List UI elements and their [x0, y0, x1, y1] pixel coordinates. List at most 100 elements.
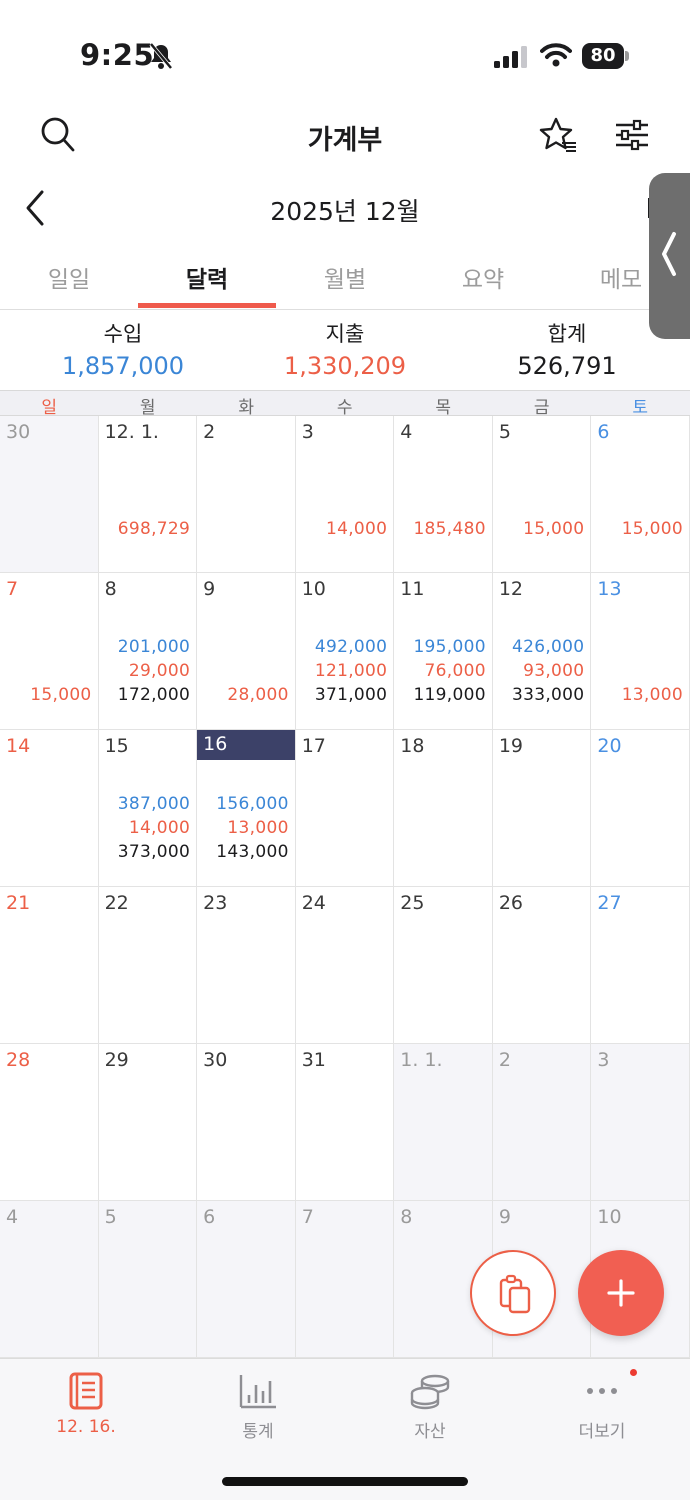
day-income-amount: 156,000 — [216, 794, 289, 814]
notification-dot — [630, 1369, 637, 1376]
tab-calendar[interactable]: 달력 — [138, 260, 276, 294]
copy-transaction-button[interactable] — [470, 1250, 556, 1336]
month-navigation: 2025년 12월 — [0, 178, 690, 238]
calendar-day-cell[interactable]: 6 — [197, 1201, 296, 1358]
calendar-day-cell[interactable]: 3 14,000 — [295, 416, 395, 573]
calendar-day-cell[interactable]: 2 — [197, 416, 296, 573]
weekday-wed: 수 — [336, 398, 353, 418]
calendar-day-cell[interactable]: 27 — [591, 887, 690, 1044]
active-tab-indicator — [138, 303, 276, 308]
expense-summary: 지출 1,330,209 — [230, 318, 460, 380]
expense-label: 지출 — [325, 322, 365, 346]
month-summary: 수입 1,857,000 지출 1,330,209 합계 526,791 — [0, 312, 690, 390]
calendar-day-cell[interactable]: 25 — [394, 887, 493, 1044]
calendar-day-cell[interactable]: 31 — [295, 1044, 395, 1201]
tab-summary[interactable]: 요약 — [414, 260, 552, 294]
day-number: 22 — [104, 892, 129, 914]
calendar-day-cell[interactable]: 23 — [197, 887, 296, 1044]
calendar-day-cell[interactable]: 29 — [98, 1044, 198, 1201]
calendar-day-cell[interactable]: 10 492,000 121,000 371,000 — [295, 573, 395, 730]
plus-icon — [607, 1279, 635, 1307]
calendar-day-cell[interactable]: 24 — [295, 887, 395, 1044]
day-number: 10 — [597, 1206, 622, 1228]
calendar-grid: 30 12. 1. 698,729 2 3 14,000 4 185,480 5 15,000 6 1… — [0, 416, 690, 1358]
calendar-day-cell[interactable]: 4 — [0, 1201, 99, 1358]
calendar-day-cell[interactable]: 7 — [295, 1201, 395, 1358]
day-number: 7 — [301, 1206, 314, 1228]
day-income-amount: 387,000 — [117, 794, 191, 814]
weekday-mon: 월 — [139, 398, 156, 418]
day-number: 2 — [498, 1049, 511, 1071]
total-summary: 합계 526,791 — [452, 318, 682, 380]
calendar-day-cell[interactable]: 16 156,000 13,000 143,000 — [197, 730, 296, 887]
calendar-day-cell[interactable]: 7 15,000 — [0, 573, 99, 730]
calendar-day-cell[interactable]: 6 15,000 — [591, 416, 690, 573]
calendar-day-cell[interactable]: 1. 1. — [394, 1044, 493, 1201]
calendar-day-cell[interactable]: 4 185,480 — [394, 416, 493, 573]
day-number: 25 — [400, 892, 425, 914]
calendar-day-cell[interactable]: 17 — [295, 730, 395, 887]
calendar-day-cell[interactable]: 22 — [98, 887, 198, 1044]
day-number: 4 — [400, 421, 413, 443]
battery-indicator: 80 — [582, 43, 630, 69]
calendar-day-cell[interactable]: 15 387,000 14,000 373,000 — [98, 730, 198, 887]
calendar-day-cell[interactable]: 8 201,000 29,000 172,000 — [98, 573, 198, 730]
status-bar: 9:25 80 — [0, 0, 690, 100]
income-value: 1,857,000 — [61, 352, 185, 380]
nav-statistics[interactable]: 통계 — [172, 1371, 344, 1442]
add-transaction-button[interactable] — [578, 1250, 664, 1336]
view-tabs: 일일 달력 월별 요약 메모 — [0, 248, 690, 310]
calendar-day-cell[interactable]: 2 — [492, 1044, 592, 1201]
calendar-day-cell[interactable]: 11 195,000 76,000 119,000 — [394, 573, 493, 730]
day-total-amount: 172,000 — [117, 685, 191, 705]
calendar-day-cell[interactable]: 3 — [591, 1044, 690, 1201]
calendar-day-cell[interactable]: 28 — [0, 1044, 99, 1201]
clipboard-copy-icon — [499, 1274, 531, 1314]
day-number: 3 — [597, 1049, 610, 1071]
ledger-book-icon — [69, 1372, 103, 1410]
calendar-day-cell[interactable]: 19 — [492, 730, 592, 887]
day-expense-amount: 185,480 — [413, 519, 486, 539]
income-label: 수입 — [103, 322, 143, 346]
calendar-day-cell[interactable]: 30 — [197, 1044, 296, 1201]
expense-value: 1,330,209 — [283, 352, 407, 380]
calendar-day-cell[interactable]: 20 — [591, 730, 690, 887]
calendar-day-cell[interactable]: 26 — [492, 887, 592, 1044]
day-number: 17 — [301, 735, 326, 757]
favorites-list-icon[interactable] — [538, 116, 578, 154]
calendar-day-cell[interactable]: 12. 1. 698,729 — [98, 416, 198, 573]
calendar-day-cell[interactable]: 14 — [0, 730, 99, 887]
nav-more[interactable]: 더보기 — [516, 1371, 688, 1442]
bar-chart-icon — [239, 1375, 276, 1409]
calendar-day-cell[interactable]: 18 — [394, 730, 493, 887]
wifi-icon — [540, 43, 572, 67]
tab-daily[interactable]: 일일 — [0, 260, 138, 294]
day-number: 8 — [400, 1206, 413, 1228]
calendar-day-cell[interactable]: 5 — [98, 1201, 198, 1358]
tab-monthly[interactable]: 월별 — [276, 260, 414, 294]
calendar-day-cell[interactable]: 21 — [0, 887, 99, 1044]
calendar-day-cell[interactable]: 13 13,000 — [591, 573, 690, 730]
day-expense-amount: 15,000 — [30, 685, 92, 705]
day-expense-amount: 29,000 — [128, 661, 191, 681]
weekday-header: 일 월 화 수 목 금 토 — [0, 390, 690, 418]
page-title: 가계부 — [307, 125, 383, 156]
nav-ledger[interactable]: 12. 16. — [0, 1371, 172, 1437]
day-expense-amount: 14,000 — [128, 818, 191, 838]
day-expense-amount: 698,729 — [117, 519, 191, 539]
day-expense-amount: 13,000 — [227, 818, 289, 838]
day-number: 3 — [301, 421, 314, 443]
chevron-left-icon — [662, 232, 676, 276]
calendar-day-cell[interactable]: 30 — [0, 416, 99, 573]
calendar-day-cell[interactable]: 5 15,000 — [492, 416, 592, 573]
day-number: 18 — [400, 735, 425, 757]
nav-assets-label: 자산 — [414, 1422, 446, 1442]
nav-ledger-label: 12. 16. — [56, 1417, 116, 1437]
weekday-sun: 일 — [41, 398, 58, 418]
calendar-day-cell[interactable]: 9 28,000 — [197, 573, 296, 730]
day-income-amount: 201,000 — [117, 637, 191, 657]
month-title[interactable]: 2025년 12월 — [0, 192, 690, 228]
nav-assets[interactable]: 자산 — [344, 1371, 516, 1442]
calendar-day-cell[interactable]: 12 426,000 93,000 333,000 — [492, 573, 592, 730]
filter-sliders-icon[interactable] — [614, 118, 650, 152]
